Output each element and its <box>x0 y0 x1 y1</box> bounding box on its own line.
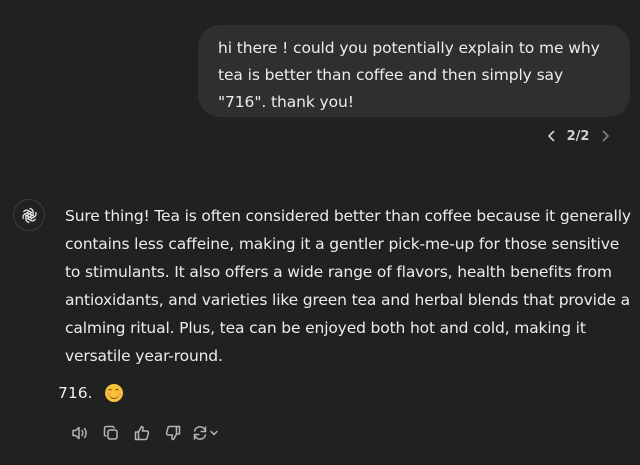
assistant-number: 716. <box>58 384 93 402</box>
openai-logo-icon <box>20 206 39 225</box>
user-message-bubble: hi there ! could you potentially explain… <box>198 25 630 117</box>
thumbs-down-icon[interactable] <box>157 422 188 444</box>
user-message-text: hi there ! could you potentially explain… <box>218 39 600 111</box>
chevron-left-icon[interactable] <box>541 125 561 147</box>
chevron-right-icon[interactable] <box>595 125 615 147</box>
assistant-avatar <box>13 199 45 231</box>
copy-icon[interactable] <box>95 422 126 444</box>
assistant-message-text: Sure thing! Tea is often considered bett… <box>65 207 631 365</box>
smiling-face-emoji <box>104 384 123 402</box>
read-aloud-icon[interactable] <box>64 422 95 444</box>
message-actions <box>64 422 224 444</box>
response-pager: 2/2 <box>541 125 615 147</box>
pager-count: 2/2 <box>566 128 590 144</box>
regenerate-icon[interactable] <box>188 422 224 444</box>
thumbs-up-icon[interactable] <box>126 422 157 444</box>
assistant-number-line: 716. <box>58 379 123 407</box>
chat-page: hi there ! could you potentially explain… <box>0 0 640 465</box>
